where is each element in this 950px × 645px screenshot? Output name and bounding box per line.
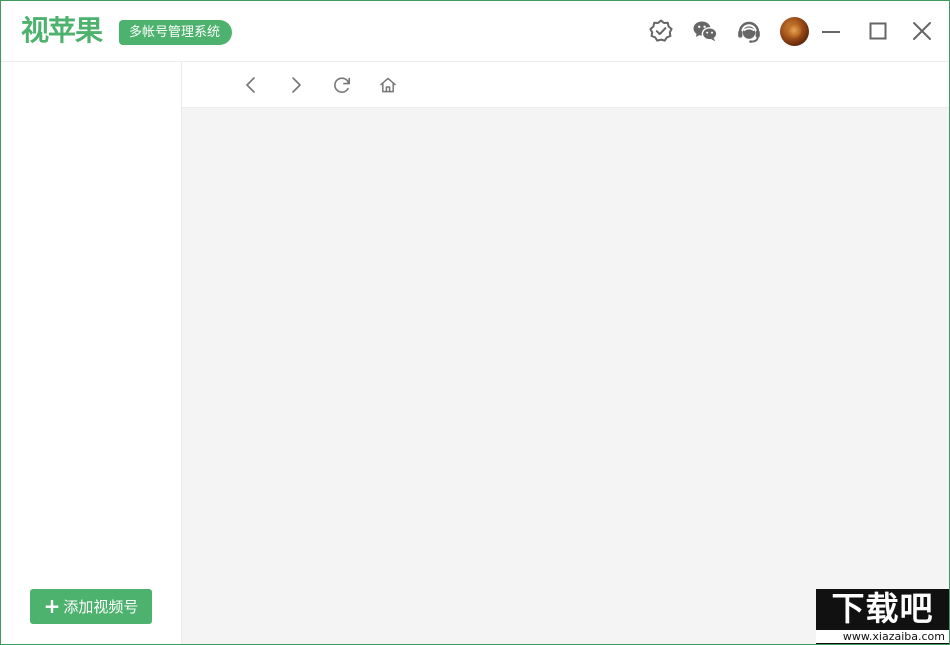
- home-icon[interactable]: [377, 74, 399, 96]
- browser-nav-bar: [182, 62, 949, 108]
- app-window: 视苹果 多帐号管理系统 + 添加视频号 下载吧 www.xiazaiba.com: [0, 0, 950, 645]
- watermark-logo-text: 下载吧: [831, 589, 934, 628]
- app-logo: 视苹果: [21, 14, 103, 47]
- refresh-icon[interactable]: [331, 74, 353, 96]
- add-channel-button[interactable]: + 添加视频号: [30, 589, 152, 624]
- account-sidebar: + 添加视频号: [1, 62, 182, 644]
- customer-service-icon[interactable]: [735, 17, 763, 45]
- wechat-icon[interactable]: [691, 17, 719, 45]
- watermark-url: www.xiazaiba.com: [816, 630, 949, 643]
- maximize-icon[interactable]: [864, 17, 892, 45]
- verified-badge-icon[interactable]: [647, 17, 675, 45]
- forward-icon[interactable]: [285, 74, 307, 96]
- user-avatar[interactable]: [780, 17, 809, 46]
- add-channel-label: 添加视频号: [63, 598, 139, 616]
- plus-icon: +: [43, 594, 61, 618]
- close-icon[interactable]: [908, 17, 936, 45]
- site-watermark: 下载吧 www.xiazaiba.com: [816, 589, 949, 644]
- minimize-icon[interactable]: [817, 17, 845, 45]
- webview-content-area[interactable]: [182, 108, 949, 644]
- app-subtitle-badge: 多帐号管理系统: [119, 20, 233, 45]
- back-icon[interactable]: [240, 74, 262, 96]
- title-bar[interactable]: 视苹果 多帐号管理系统: [1, 1, 949, 62]
